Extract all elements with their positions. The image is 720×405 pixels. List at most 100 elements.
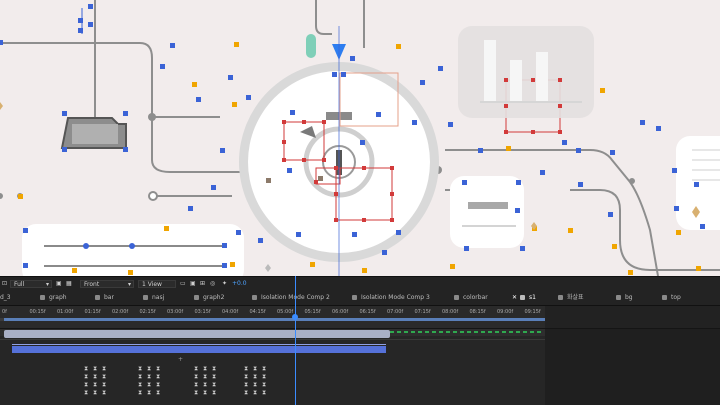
composition-viewer[interactable]: [0, 0, 720, 276]
keyframe-icon[interactable]: ⧗: [138, 374, 142, 380]
keyframe-icon[interactable]: ⧗: [93, 382, 97, 388]
camera-icon[interactable]: ◎: [210, 280, 215, 288]
chevron-down-icon: ▾: [127, 281, 131, 288]
add-icon[interactable]: +: [178, 356, 183, 363]
keyframe-icon[interactable]: ⧗: [203, 382, 207, 388]
work-area-range[interactable]: [4, 318, 545, 321]
composition-tabs: d_3 graph bar nasj graph2 Isolation Mode…: [0, 291, 720, 306]
keyframe-icon[interactable]: ⧗: [262, 390, 266, 396]
keyframe-icon[interactable]: ⧗: [244, 374, 248, 380]
tab-isolation-mode-comp-2[interactable]: Isolation Mode Comp 2: [252, 291, 330, 305]
tab-colorbar[interactable]: colorbar: [454, 291, 488, 305]
keyframe-icon[interactable]: ⧗: [147, 374, 151, 380]
exposure-value[interactable]: +0.0: [232, 280, 247, 288]
tab-arrow[interactable]: 화살표: [558, 291, 584, 305]
keyframe-icon[interactable]: ⧗: [156, 374, 160, 380]
tab-s1[interactable]: ✕ s1: [512, 291, 536, 305]
marker-dash: [397, 331, 401, 333]
keyframe-icon[interactable]: ⧗: [262, 382, 266, 388]
keyframe-icon[interactable]: ⧗: [138, 382, 142, 388]
keyframe-icon[interactable]: ⧗: [102, 390, 106, 396]
tab-bg[interactable]: bg: [616, 291, 633, 305]
views-dropdown[interactable]: 1 View: [138, 280, 176, 288]
grid-icon[interactable]: ▦: [66, 280, 72, 288]
keyframe-icon[interactable]: ⧗: [212, 390, 216, 396]
keyframe-icon[interactable]: ⧗: [93, 374, 97, 380]
marker-dash: [537, 331, 541, 333]
keyframe-icon[interactable]: ⧗: [253, 374, 257, 380]
marker-dash: [453, 331, 457, 333]
marker-dash: [502, 331, 506, 333]
keyframe-icon[interactable]: ⧗: [262, 366, 266, 372]
tab-bar[interactable]: bar: [95, 291, 114, 305]
keyframe-icon[interactable]: ⧗: [194, 390, 198, 396]
camera-dropdown[interactable]: Front ▾: [80, 280, 134, 288]
tab-label: nasj: [152, 294, 165, 301]
tab-d3[interactable]: d_3: [0, 291, 11, 305]
keyframe-icon[interactable]: ⧗: [244, 366, 248, 372]
color-swatch-icon: [616, 295, 621, 300]
keyframe-icon[interactable]: ⧗: [102, 382, 106, 388]
tab-label: d_3: [0, 294, 11, 301]
layout-icon[interactable]: ▭: [180, 280, 186, 288]
tab-isolation-mode-comp-3[interactable]: Isolation Mode Comp 3: [352, 291, 430, 305]
keyframe-icon[interactable]: ⧗: [253, 382, 257, 388]
keyframe-icon[interactable]: ⧗: [147, 390, 151, 396]
keyframe-icon[interactable]: ⧗: [138, 390, 142, 396]
marker-dash: [467, 331, 471, 333]
keyframe-icon[interactable]: ⧗: [84, 382, 88, 388]
keyframe-icon[interactable]: ⧗: [244, 390, 248, 396]
color-swatch-icon: [194, 295, 199, 300]
keyframe-icon[interactable]: ⧗: [84, 390, 88, 396]
ruler-tick-label: 03:00f: [167, 309, 184, 315]
keyframe-icon[interactable]: ⧗: [244, 382, 248, 388]
keyframe-icon[interactable]: ⧗: [93, 390, 97, 396]
keyframe-icon[interactable]: ⧗: [93, 366, 97, 372]
composition-canvas[interactable]: [0, 0, 720, 276]
ruler-tick-label: 04:15f: [249, 309, 266, 315]
keyframe-icon[interactable]: ⧗: [138, 366, 142, 372]
keyframe-icon[interactable]: ⧗: [84, 366, 88, 372]
keyframe-icon[interactable]: ⧗: [194, 366, 198, 372]
keyframe-icon[interactable]: ⧗: [194, 382, 198, 388]
keyframe-icon[interactable]: ⧗: [262, 374, 266, 380]
ruler-tick-label: 06:00f: [332, 309, 349, 315]
ruler-tick-label: 09:15f: [524, 309, 541, 315]
tab-nasj[interactable]: nasj: [143, 291, 164, 305]
resolution-dropdown[interactable]: Full ▾: [10, 280, 52, 288]
close-icon[interactable]: ✕: [512, 294, 517, 301]
tab-graph2[interactable]: graph2: [194, 291, 224, 305]
layer-bar-blue[interactable]: [12, 346, 386, 353]
viewer-toolbar: ⊡ Full ▾ ▣ ▦ Front ▾ 1 View ▭ ▣ ⊞ ◎ ✦ +0…: [0, 276, 720, 291]
keyframe-icon[interactable]: ⧗: [253, 390, 257, 396]
keyframe-icon[interactable]: ⧗: [156, 382, 160, 388]
keyframe-icon[interactable]: ⧗: [147, 366, 151, 372]
keyframe-icon[interactable]: ⧗: [253, 366, 257, 372]
magnify-icon[interactable]: ⊡: [2, 280, 7, 288]
keyframe-icon[interactable]: ⧗: [212, 374, 216, 380]
tab-label: 화살표: [567, 294, 584, 301]
keyframe-icon[interactable]: ⧗: [102, 374, 106, 380]
tab-top[interactable]: top: [662, 291, 681, 305]
keyframe-icon[interactable]: ⧗: [203, 374, 207, 380]
keyframe-icon[interactable]: ⧗: [156, 390, 160, 396]
keyframe-icon[interactable]: ⧗: [147, 382, 151, 388]
ruler-tick-label: 04:00f: [222, 309, 239, 315]
tab-graph[interactable]: graph: [40, 291, 67, 305]
keyframe-icon[interactable]: ⧗: [203, 366, 207, 372]
color-swatch-icon: [352, 295, 357, 300]
keyframe-icon[interactable]: ⧗: [203, 390, 207, 396]
keyframe-icon[interactable]: ⧗: [156, 366, 160, 372]
keyframe-icon[interactable]: ⧗: [194, 374, 198, 380]
keyframe-icon[interactable]: ⧗: [212, 382, 216, 388]
time-ruler[interactable]: 0f 00:15f 01:00f 01:15f 02:00f 02:15f 03:00f 03…: [0, 306, 720, 329]
exposure-icon[interactable]: ✦: [222, 280, 227, 288]
keyframe-icon[interactable]: ⧗: [212, 366, 216, 372]
pixel-aspect-icon[interactable]: ⊞: [200, 280, 205, 288]
keyframe-icon[interactable]: ⧗: [102, 366, 106, 372]
layer-bar-selected[interactable]: [4, 330, 390, 338]
region-of-interest-icon[interactable]: ▣: [56, 280, 62, 288]
keyframe-icon[interactable]: ⧗: [84, 374, 88, 380]
ruler-tick-label: 02:15f: [139, 309, 156, 315]
toggle-icon[interactable]: ▣: [190, 280, 196, 288]
